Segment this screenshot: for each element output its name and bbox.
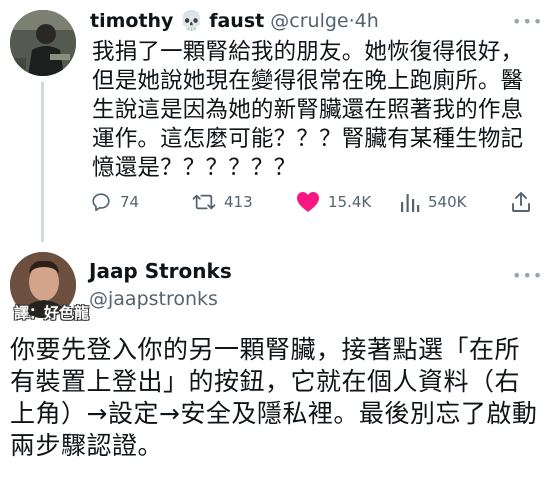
display-name-part-2[interactable]: faust	[209, 10, 264, 32]
skull-emoji: 💀	[179, 10, 204, 32]
reply-count: 74	[120, 193, 140, 211]
user-handle[interactable]: @jaapstronks	[89, 286, 218, 312]
share-icon	[512, 192, 530, 212]
more-options-icon[interactable]: •••	[512, 12, 543, 31]
retweet-icon	[192, 194, 216, 210]
avatar-timothy[interactable]	[10, 10, 76, 76]
timestamp[interactable]: 4h	[355, 10, 379, 32]
tweet-timothy: timothy 💀 faust @crulge·4h ••• 我捐了一顆腎給我的…	[0, 0, 550, 242]
like-count: 15.4K	[328, 193, 372, 211]
tweet-actions: 74 413 15.4K 540K	[88, 188, 538, 216]
display-name[interactable]: Jaap Stronks	[89, 258, 232, 284]
tweet-jaap-stronks: 譯：好色龍 Jaap Stronks @jaapstronks ••• 你要先登…	[0, 240, 550, 477]
tweet-text: 你要先登入你的另一顆腎臟，接著點選「在所有裝置上登出」的按鈕，它就在個人資料（右…	[10, 335, 538, 460]
more-options-icon[interactable]: •••	[512, 266, 543, 285]
views-chart-icon	[401, 194, 420, 212]
user-handle[interactable]: @crulge	[270, 10, 348, 32]
translator-watermark: 譯：好色龍	[14, 304, 90, 322]
heart-icon	[297, 192, 319, 212]
reply-button[interactable]: 74	[90, 188, 139, 216]
tweet-text: 我捐了一顆腎給我的朋友。她恢復得很好，但是她說她現在變得很常在晚上跑廁所。醫生說…	[92, 39, 524, 181]
retweet-button[interactable]: 413	[192, 188, 253, 216]
share-button[interactable]	[510, 188, 532, 216]
retweet-count: 413	[224, 193, 253, 211]
avatar-photo-icon	[10, 10, 76, 76]
reply-icon	[92, 193, 110, 212]
views-count: 540K	[428, 193, 467, 211]
thread-line	[41, 82, 44, 242]
views-button[interactable]: 540K	[400, 188, 466, 216]
like-button[interactable]: 15.4K	[296, 188, 371, 216]
tweet-header: timothy 💀 faust @crulge·4h	[90, 8, 379, 34]
display-name[interactable]: timothy	[90, 10, 173, 32]
